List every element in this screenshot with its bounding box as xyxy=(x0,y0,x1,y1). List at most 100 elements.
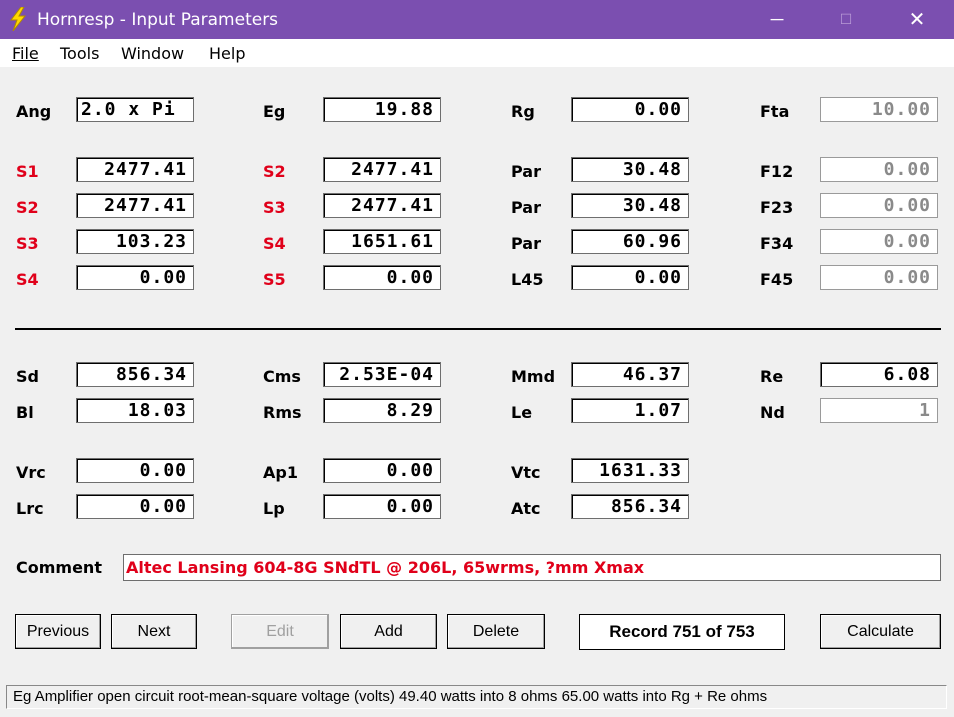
field-s1-r1[interactable]: 2477.41 xyxy=(76,157,194,182)
previous-button-label: Previous xyxy=(26,622,90,640)
field-cms-r5[interactable]: 2.53E-04 xyxy=(323,362,441,387)
field-s4-r3[interactable]: 1651.61 xyxy=(323,229,441,254)
menu-help[interactable]: Help xyxy=(209,44,245,63)
label-f23-r2: F23 xyxy=(760,198,794,217)
label-s3-r3: S3 xyxy=(16,234,39,253)
field-bl-r6[interactable]: 18.03 xyxy=(76,398,194,423)
label-ang-r0: Ang xyxy=(16,102,52,121)
menu-help-label: Help xyxy=(209,44,246,63)
label-l45-r4: L45 xyxy=(511,270,544,289)
status-text: Eg Amplifier open circuit root-mean-squa… xyxy=(6,685,947,709)
menu-tools[interactable]: Tools xyxy=(60,44,99,63)
edit-button[interactable]: Edit xyxy=(231,614,329,649)
comment-label: Comment xyxy=(16,558,102,577)
field-s3-r3[interactable]: 103.23 xyxy=(76,229,194,254)
add-button[interactable]: Add xyxy=(340,614,437,649)
field-mmd-r5[interactable]: 46.37 xyxy=(571,362,689,387)
field-nd-r6[interactable]: 1 xyxy=(820,398,938,423)
label-fta-r0: Fta xyxy=(760,102,790,121)
label-s2-r1: S2 xyxy=(263,162,286,181)
menu-window-label: Window xyxy=(121,44,185,63)
label-f45-r4: F45 xyxy=(760,270,794,289)
label-cms-r5: Cms xyxy=(263,367,301,386)
label-ap1-r7: Ap1 xyxy=(263,463,298,482)
label-bl-r6: Bl xyxy=(16,403,34,422)
label-par-r2: Par xyxy=(511,198,541,217)
comment-field[interactable]: Altec Lansing 604-8G SNdTL @ 206L, 65wrm… xyxy=(123,554,941,581)
field-f23-r2[interactable]: 0.00 xyxy=(820,193,938,218)
lightning-icon xyxy=(9,7,27,31)
field-lrc-r8[interactable]: 0.00 xyxy=(76,494,194,519)
label-nd-r6: Nd xyxy=(760,403,785,422)
field-rms-r6[interactable]: 8.29 xyxy=(323,398,441,423)
field-eg-r0[interactable]: 19.88 xyxy=(323,97,441,122)
label-eg-r0: Eg xyxy=(263,102,286,121)
label-par-r1: Par xyxy=(511,162,541,181)
menu-file-label: File xyxy=(12,44,39,63)
edit-button-label: Edit xyxy=(266,622,294,640)
close-button[interactable]: ✕ xyxy=(894,0,940,39)
label-s3-r2: S3 xyxy=(263,198,286,217)
field-f45-r4[interactable]: 0.00 xyxy=(820,265,938,290)
field-par-r1[interactable]: 30.48 xyxy=(571,157,689,182)
field-ang-r0[interactable]: 2.0 x Pi xyxy=(76,97,194,122)
add-button-label: Add xyxy=(374,622,403,640)
field-vrc-r7[interactable]: 0.00 xyxy=(76,458,194,483)
field-l45-r4[interactable]: 0.00 xyxy=(571,265,689,290)
field-le-r6[interactable]: 1.07 xyxy=(571,398,689,423)
minimize-button[interactable]: ─ xyxy=(754,0,800,39)
menu-file[interactable]: File xyxy=(12,44,39,63)
field-s4-r4[interactable]: 0.00 xyxy=(76,265,194,290)
menu-window[interactable]: Window xyxy=(121,44,184,63)
label-s1-r1: S1 xyxy=(16,162,39,181)
label-re-r5: Re xyxy=(760,367,784,386)
label-mmd-r5: Mmd xyxy=(511,367,556,386)
field-ap1-r7[interactable]: 0.00 xyxy=(323,458,441,483)
label-le-r6: Le xyxy=(511,403,533,422)
label-rms-r6: Rms xyxy=(263,403,302,422)
label-atc-r8: Atc xyxy=(511,499,541,518)
section-divider xyxy=(15,328,941,330)
input-parameters-panel: Ang 2.0 x Pi Eg 19.88 Rg 0.00 Fta 10.00 S1 2477.4… xyxy=(0,67,954,683)
menu-tools-label: Tools xyxy=(60,44,100,63)
label-vrc-r7: Vrc xyxy=(16,463,46,482)
field-sd-r5[interactable]: 856.34 xyxy=(76,362,194,387)
record-indicator: Record 751 of 753 xyxy=(579,614,785,650)
calculate-button-label: Calculate xyxy=(847,622,914,640)
field-f34-r3[interactable]: 0.00 xyxy=(820,229,938,254)
field-f12-r1[interactable]: 0.00 xyxy=(820,157,938,182)
field-vtc-r7[interactable]: 1631.33 xyxy=(571,458,689,483)
next-button-label: Next xyxy=(137,622,171,640)
delete-button-label: Delete xyxy=(472,622,520,640)
maximize-button[interactable]: ☐ xyxy=(823,0,869,39)
field-s3-r2[interactable]: 2477.41 xyxy=(323,193,441,218)
next-button[interactable]: Next xyxy=(111,614,197,649)
label-lrc-r8: Lrc xyxy=(16,499,44,518)
delete-button[interactable]: Delete xyxy=(447,614,545,649)
label-s5-r4: S5 xyxy=(263,270,286,289)
field-s5-r4[interactable]: 0.00 xyxy=(323,265,441,290)
status-bar: Eg Amplifier open circuit root-mean-squa… xyxy=(0,683,954,717)
calculate-button[interactable]: Calculate xyxy=(820,614,941,649)
label-s4-r4: S4 xyxy=(16,270,39,289)
label-par-r3: Par xyxy=(511,234,541,253)
field-atc-r8[interactable]: 856.34 xyxy=(571,494,689,519)
label-f34-r3: F34 xyxy=(760,234,794,253)
field-par-r2[interactable]: 30.48 xyxy=(571,193,689,218)
field-rg-r0[interactable]: 0.00 xyxy=(571,97,689,122)
label-lp-r8: Lp xyxy=(263,499,285,518)
label-f12-r1: F12 xyxy=(760,162,794,181)
field-re-r5[interactable]: 6.08 xyxy=(820,362,938,387)
field-par-r3[interactable]: 60.96 xyxy=(571,229,689,254)
field-fta-r0[interactable]: 10.00 xyxy=(820,97,938,122)
previous-button[interactable]: Previous xyxy=(15,614,101,649)
field-lp-r8[interactable]: 0.00 xyxy=(323,494,441,519)
field-s2-r1[interactable]: 2477.41 xyxy=(323,157,441,182)
window-title: Hornresp - Input Parameters xyxy=(37,10,279,30)
label-rg-r0: Rg xyxy=(511,102,535,121)
menu-bar: File Tools Window Help xyxy=(0,39,954,67)
field-s2-r2[interactable]: 2477.41 xyxy=(76,193,194,218)
title-bar[interactable]: Hornresp - Input Parameters ─ ☐ ✕ xyxy=(0,0,954,39)
label-sd-r5: Sd xyxy=(16,367,39,386)
label-s2-r2: S2 xyxy=(16,198,39,217)
